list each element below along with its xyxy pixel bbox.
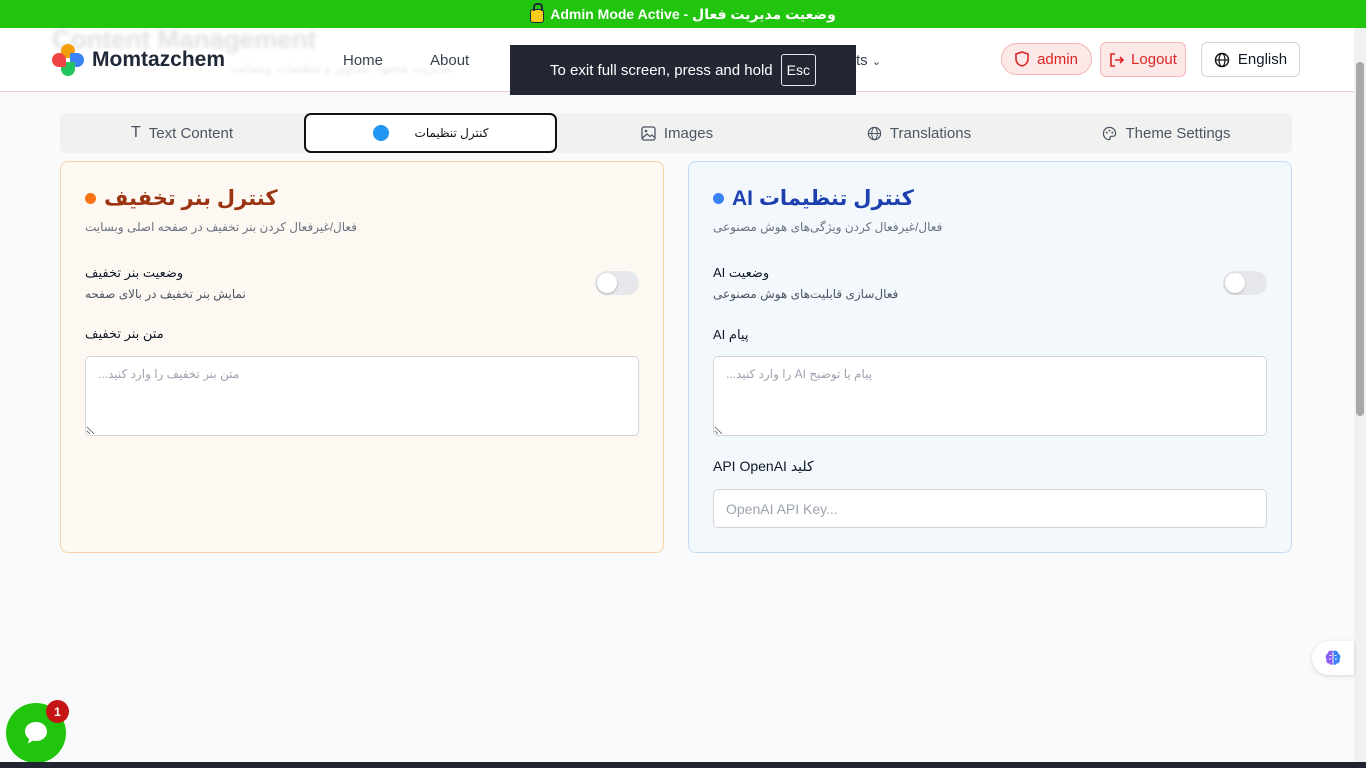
tab-theme-settings[interactable]: Theme Settings — [1041, 113, 1292, 153]
ai-message-label: پیام AI — [713, 327, 749, 342]
tab-text-content[interactable]: T Text Content — [60, 113, 304, 153]
image-icon — [641, 125, 656, 141]
logout-button[interactable]: Logout — [1100, 42, 1186, 77]
ai-status-toggle[interactable] — [1223, 271, 1267, 295]
chevron-down-icon: ⌄ — [871, 56, 882, 68]
language-label: English — [1237, 51, 1288, 68]
tab-label: Text Content — [148, 124, 233, 142]
nav-products-dropdown[interactable]: ts ⌄ — [856, 52, 881, 69]
shield-icon — [1015, 51, 1029, 67]
fullscreen-exit-toast: To exit full screen, press and hold Esc — [510, 45, 856, 95]
nav-about[interactable]: About — [430, 52, 469, 69]
blue-dot-icon — [372, 125, 389, 141]
text-icon: T — [131, 124, 141, 141]
card-description: فعال/غیرفعال کردن ویژگی‌های هوش مصنوعی — [713, 220, 943, 234]
openai-key-label: کلید API OpenAI — [713, 458, 814, 474]
globe-icon — [867, 126, 882, 140]
tab-label: Images — [663, 124, 714, 142]
card-title: کنترل تنظیمات AI — [713, 186, 914, 211]
banner-text-input[interactable] — [85, 356, 639, 436]
banner-status-toggle[interactable] — [595, 271, 639, 295]
tab-label: کنترل تنظیمات — [414, 126, 489, 140]
page-subtitle-behind: مدیریت محتوا، تصاویر و تنظیمات وبسایت — [230, 60, 453, 75]
chat-notification-badge: 1 — [46, 700, 69, 723]
brain-icon — [1325, 650, 1341, 665]
logout-icon — [1110, 52, 1125, 67]
ai-settings-card: کنترل تنظیمات AI فعال/غیرفعال کردن ویژگی… — [688, 161, 1292, 553]
language-switcher[interactable]: English — [1201, 42, 1300, 77]
logo-icon — [52, 44, 84, 76]
ai-message-input[interactable] — [713, 356, 1267, 436]
tab-settings-control[interactable]: کنترل تنظیمات — [304, 113, 557, 153]
lock-icon — [530, 2, 545, 23]
discount-banner-card: کنترل بنر تخفیف فعال/غیرفعال کردن بنر تخ… — [60, 161, 664, 553]
nav-home[interactable]: Home — [343, 52, 383, 69]
palette-icon — [1103, 126, 1117, 140]
nav-partial-label: ts — [856, 52, 868, 69]
openai-key-input[interactable] — [713, 489, 1267, 528]
banner-status-sub: نمایش بنر تخفیف در بالای صفحه — [85, 287, 246, 301]
tab-label: Theme Settings — [1125, 124, 1231, 142]
admin-badge[interactable]: admin — [1001, 43, 1092, 75]
admin-label: admin — [1037, 50, 1078, 68]
tab-translations[interactable]: Translations — [797, 113, 1041, 153]
tab-images[interactable]: Images — [557, 113, 797, 153]
admin-mode-text: وضعیت مدیریت فعال - Admin Mode Active — [550, 5, 836, 22]
settings-tabs: T Text Content کنترل تنظیمات Images Tran… — [60, 113, 1292, 153]
brand-logo[interactable]: Momtazchem — [52, 44, 225, 76]
brand-name: Momtazchem — [92, 48, 226, 71]
blue-dot-icon — [713, 193, 724, 204]
card-title-text: کنترل بنر تخفیف — [104, 187, 278, 210]
fullscreen-toast-text: To exit full screen, press and hold — [550, 61, 773, 79]
card-description: فعال/غیرفعال کردن بنر تخفیف در صفحه اصلی… — [85, 220, 357, 234]
esc-key: Esc — [780, 54, 816, 86]
bottom-edge — [0, 762, 1366, 768]
card-title-text: کنترل تنظیمات AI — [732, 187, 914, 210]
ai-assistant-button[interactable] — [1312, 641, 1354, 675]
banner-text-label: متن بنر تخفیف — [85, 326, 164, 341]
globe-icon — [1214, 52, 1230, 67]
orange-dot-icon — [85, 193, 96, 204]
banner-status-label: وضعیت بنر تخفیف — [85, 265, 184, 280]
card-title: کنترل بنر تخفیف — [85, 186, 278, 211]
logout-label: Logout — [1131, 51, 1177, 68]
tab-label: Translations — [889, 124, 972, 142]
scrollbar-thumb[interactable] — [1356, 62, 1364, 416]
ai-status-sub: فعال‌سازی قابلیت‌های هوش مصنوعی — [713, 287, 899, 301]
page-scrollbar[interactable] — [1354, 28, 1366, 762]
chat-bubble-icon — [25, 722, 47, 744]
ai-status-label: وضعیت AI — [713, 265, 770, 280]
